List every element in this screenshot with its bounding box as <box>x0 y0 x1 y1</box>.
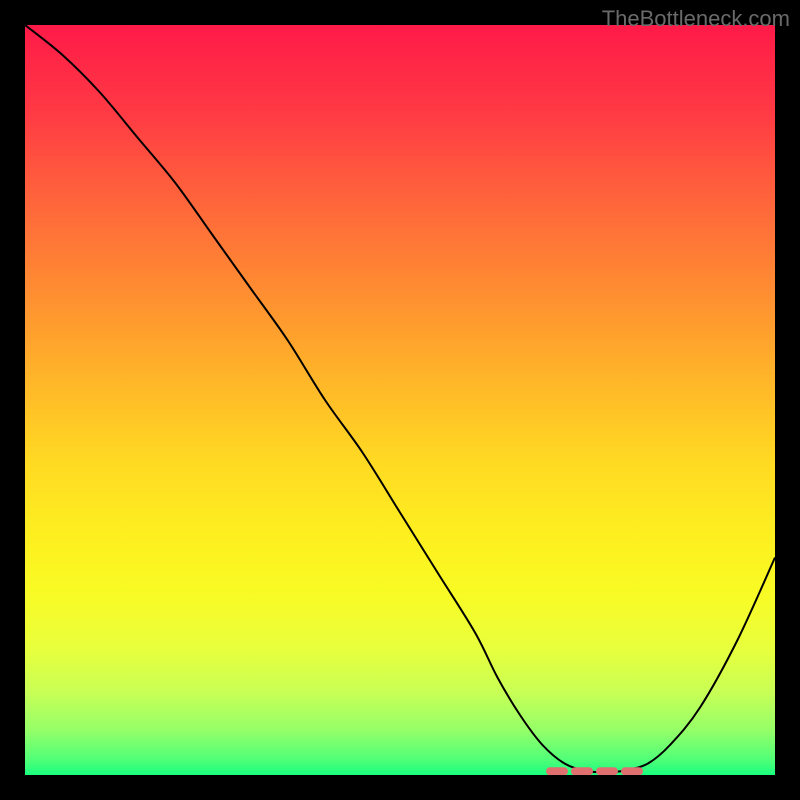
watermark-text: TheBottleneck.com <box>602 6 790 32</box>
bottleneck-curve <box>25 25 775 772</box>
chart-plot-area <box>25 25 775 775</box>
chart-svg <box>25 25 775 775</box>
